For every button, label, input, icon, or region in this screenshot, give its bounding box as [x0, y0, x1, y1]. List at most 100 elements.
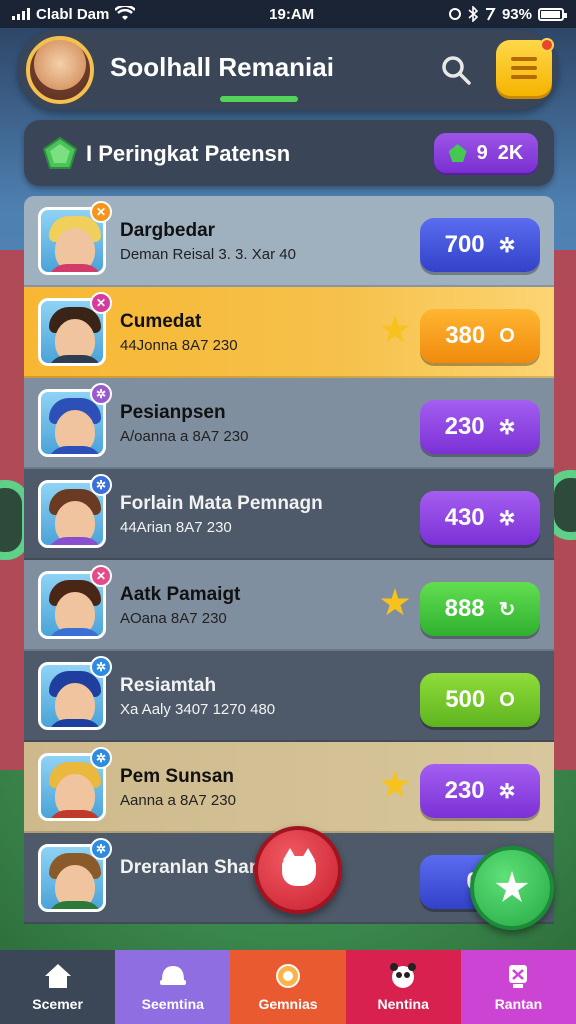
nav-item-trophy[interactable]: Rantan [460, 950, 576, 1024]
player-stats: Deman Reisal 3. 3. Xar 40 [120, 246, 296, 263]
hat-icon [159, 966, 186, 985]
avatar-badge: ✲ [90, 747, 112, 769]
nav-item-globe[interactable]: Gemnias [230, 950, 346, 1024]
nav-item-home[interactable]: Scemer [0, 950, 116, 1024]
score-button[interactable]: 380 O [420, 309, 540, 363]
score-icon: O [499, 688, 515, 711]
gem-count: 9 [476, 141, 488, 164]
avatar-badge: ✲ [90, 838, 112, 860]
leaderboard-row[interactable]: ✲ Resiamtah Xa Aaly 3407 1270 480 500 O [24, 651, 554, 742]
avatar-shirt [47, 537, 103, 545]
bluetooth-icon [468, 6, 478, 22]
app-title: Soolhall Remaniai [110, 52, 334, 82]
nav-item-panda[interactable]: Nentina [345, 950, 461, 1024]
signal-icon [12, 8, 30, 20]
avatar-shirt [47, 628, 103, 636]
avatar-shirt [47, 810, 103, 818]
home-icon [44, 964, 71, 988]
player-name: Aatk Pamaigt [120, 584, 241, 605]
score-button[interactable]: 700 ✲ [420, 218, 540, 272]
menu-button[interactable] [496, 38, 554, 96]
avatar-shirt [47, 446, 103, 454]
status-bar: Clabl Dam 19:AM 93% [0, 0, 576, 28]
pentagon-gem-icon [42, 136, 78, 169]
nav-label: Nentina [377, 996, 429, 1012]
score-button[interactable]: 888 ↻ [420, 582, 540, 636]
leaderboard-row[interactable]: ✲ Pesianpsen A/oanna a 8A7 230 230 ✲ [24, 378, 554, 469]
header-indicator [220, 96, 298, 102]
score-value: 500 [445, 686, 486, 713]
nav-label: Seemtina [141, 996, 204, 1012]
score-button[interactable]: 430 ✲ [420, 491, 540, 545]
player-stats: A/oanna a 8A7 230 [120, 428, 249, 445]
leaderboard-row[interactable]: ✕ Dargbedar Deman Reisal 3. 3. Xar 40 70… [24, 196, 554, 287]
player-stats: Aanna a 8A7 230 [120, 792, 236, 809]
nav-label: Gemnias [258, 996, 318, 1012]
player-name: Forlain Mata Pemnagn [120, 493, 323, 514]
carrier-name: Clabl Dam [36, 5, 110, 23]
search-icon[interactable] [438, 52, 474, 88]
profile-avatar[interactable] [26, 36, 94, 104]
star-fab-button[interactable] [470, 846, 554, 930]
gem-counter[interactable]: 9 2K [434, 133, 538, 173]
avatar-badge: ✲ [90, 656, 112, 678]
player-stats: AOana 8A7 230 [120, 610, 227, 627]
star-icon [380, 770, 410, 798]
ranking-title: I Peringkat Patensn [86, 141, 291, 166]
star-icon [380, 315, 410, 343]
app-header: Soolhall Remaniai [18, 30, 558, 110]
score-value: 380 [445, 322, 486, 349]
leaderboard-row[interactable]: ✕ Cumedat 44Jonna 8A7 230 380 O [24, 287, 554, 378]
avatar-badge: ✕ [90, 201, 112, 223]
player-name: Pesianpsen [120, 402, 226, 423]
avatar-shirt [47, 264, 103, 272]
globe-icon [276, 964, 300, 988]
ranking-bar: I Peringkat Patensn 9 2K [24, 120, 554, 186]
leaderboard-row[interactable]: ✲ Pem Sunsan Aanna a 8A7 230 230 ✲ [24, 742, 554, 833]
cat-fab-button[interactable] [254, 826, 342, 914]
score-value: 700 [444, 231, 485, 258]
avatar-shirt [47, 901, 103, 909]
avatar-badge: ✲ [90, 474, 112, 496]
player-name: Cumedat [120, 311, 202, 332]
notification-badge [540, 38, 554, 52]
player-name: Pem Sunsan [120, 766, 235, 787]
panda-icon [390, 963, 417, 988]
player-stats: 44Jonna 8A7 230 [120, 337, 238, 354]
player-name: Resiamtah [120, 675, 217, 696]
avatar-badge: ✕ [90, 565, 112, 587]
trophy-icon [509, 965, 528, 988]
score-icon: ✲ [498, 507, 516, 530]
score-icon: ✲ [498, 416, 516, 439]
battery-icon [538, 7, 567, 21]
player-stats: Xa Aaly 3407 1270 480 [120, 701, 276, 718]
clock: 19:AM [269, 5, 315, 23]
score-icon: ✲ [498, 780, 516, 803]
score-button[interactable]: 230 ✲ [420, 400, 540, 454]
star-icon [380, 588, 410, 616]
cat-icon [282, 848, 316, 886]
avatar-shirt [47, 719, 103, 727]
star-icon [495, 871, 529, 902]
nav-label: Rantan [494, 996, 543, 1012]
score-value: 888 [444, 595, 485, 622]
score-button[interactable]: 500 O [420, 673, 540, 727]
score-value: 230 [444, 777, 485, 804]
signal-arrow-icon [485, 8, 496, 21]
leaderboard-row[interactable]: ✕ Aatk Pamaigt AOana 8A7 230 888 ↻ [24, 560, 554, 651]
score-value: 230 [444, 413, 485, 440]
bottom-navigation: Scemer Seemtina Gemnias Nentina Rantan [0, 950, 576, 1024]
nav-label: Scemer [32, 996, 83, 1012]
nav-item-hat[interactable]: Seemtina [115, 950, 231, 1024]
player-name: Dargbedar [120, 220, 216, 241]
avatar-badge: ✕ [90, 292, 112, 314]
avatar-badge: ✲ [90, 383, 112, 405]
leaderboard-row[interactable]: ✲ Forlain Mata Pemnagn 44Arian 8A7 230 4… [24, 469, 554, 560]
score-icon: ↻ [498, 598, 516, 621]
alarm-icon [448, 8, 461, 20]
score-button[interactable]: 230 ✲ [420, 764, 540, 818]
score-icon: O [499, 324, 515, 347]
wifi-icon [115, 6, 136, 20]
gem-extra: 2K [497, 141, 524, 164]
avatar-shirt [47, 355, 103, 363]
